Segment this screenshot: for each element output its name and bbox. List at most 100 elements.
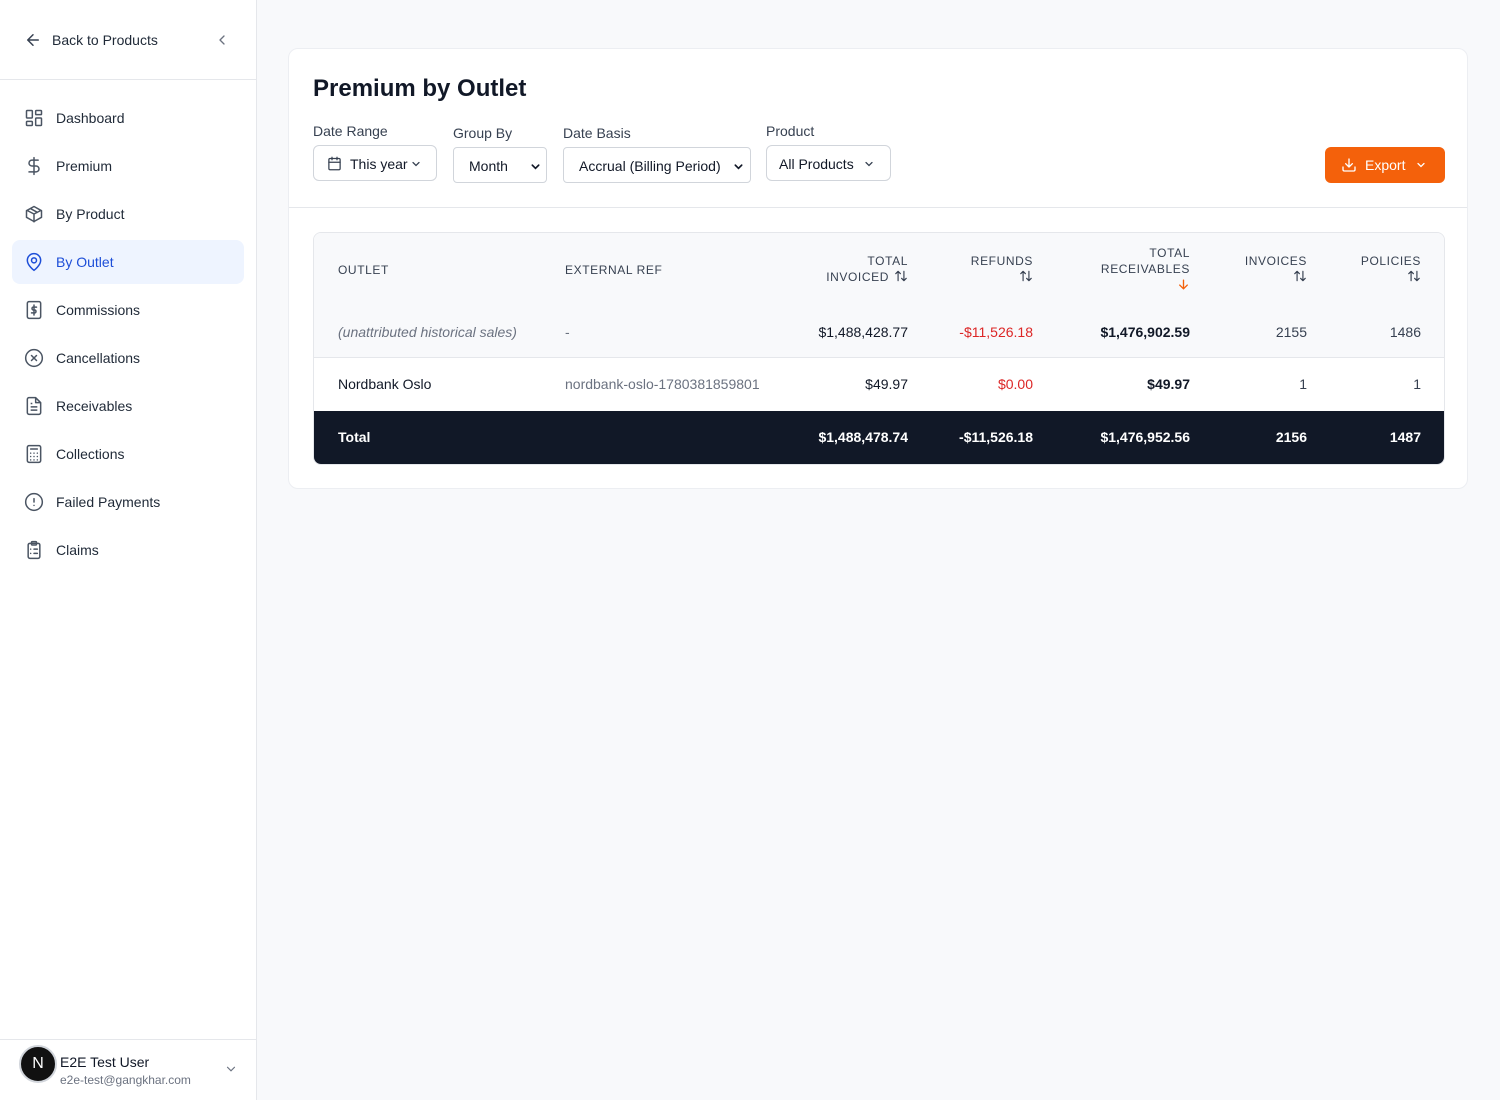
col-header-invoices[interactable]: Invoices	[1207, 253, 1307, 285]
cell-policies: 1486	[1389, 324, 1421, 340]
date-range-label: Date Range	[313, 123, 388, 139]
grid-icon	[25, 109, 43, 127]
cell-external-ref: -	[565, 324, 570, 340]
cell-policies: 1	[1413, 376, 1421, 392]
chevron-down-icon	[531, 164, 540, 170]
export-button[interactable]: Export	[1325, 147, 1445, 183]
table-row[interactable]: Nordbank Oslo nordbank-oslo-178038185980…	[314, 358, 1444, 411]
cell-refunds: -$11,526.18	[959, 324, 1033, 340]
sidebar-item-failed-payments[interactable]: Failed Payments	[12, 480, 244, 524]
sidebar-item-label: Collections	[56, 446, 125, 462]
back-to-products-link[interactable]: Back to Products	[0, 0, 256, 80]
total-invoices: 2156	[1275, 429, 1307, 445]
chevron-down-icon	[865, 161, 873, 167]
group-by-value: Month	[469, 158, 508, 174]
chevron-down-icon[interactable]	[224, 1062, 238, 1076]
table-row: (unattributed historical sales) - $1,488…	[314, 305, 1444, 358]
divider	[289, 207, 1467, 208]
sidebar-item-label: Claims	[56, 542, 99, 558]
date-basis-select[interactable]: Accrual (Billing Period)	[563, 147, 751, 183]
cell-outlet: (unattributed historical sales)	[338, 324, 517, 340]
sidebar-item-premium[interactable]: Premium	[12, 144, 244, 188]
report-card: Premium by Outlet Date Range This year G…	[288, 48, 1468, 489]
sidebar-item-label: Premium	[56, 158, 113, 174]
total-label: Total	[338, 429, 371, 445]
sort-icon	[895, 270, 907, 282]
sidebar-item-label: By Outlet	[56, 254, 114, 270]
alert-circle-icon	[24, 492, 44, 512]
calculator-icon	[26, 444, 42, 464]
group-by-select[interactable]: Month	[453, 147, 547, 183]
sidebar-item-label: Commissions	[56, 302, 141, 318]
product-picker[interactable]: All Products	[766, 145, 891, 181]
sidebar-item-cancellations[interactable]: Cancellations	[12, 336, 244, 380]
sort-icon	[1020, 270, 1032, 282]
cell-total-receivables: $1,476,902.59	[1100, 324, 1190, 340]
export-label: Export	[1365, 157, 1406, 173]
cell-invoices: 2155	[1275, 324, 1307, 340]
arrow-down-sort-icon	[1179, 279, 1188, 290]
box-icon	[25, 205, 43, 223]
user-name: E2E Test User	[60, 1054, 150, 1070]
sidebar-item-claims[interactable]: Claims	[12, 528, 244, 572]
col-header-text: Total	[1149, 246, 1190, 260]
total-policies: 1487	[1389, 429, 1421, 445]
cell-total-invoiced: $49.97	[865, 376, 908, 392]
file-text-icon	[26, 396, 42, 416]
sidebar-item-commissions[interactable]: Commissions	[12, 288, 244, 332]
sidebar-item-by-product[interactable]: By Product	[12, 192, 244, 236]
col-header-text: Invoices	[1244, 254, 1307, 268]
user-email: e2e-test@gangkhar.com	[60, 1073, 191, 1087]
cell-total-invoiced: $1,488,428.77	[818, 324, 908, 340]
sort-icon	[1408, 270, 1420, 282]
date-basis-label: Date Basis	[563, 125, 631, 141]
page-title: Premium by Outlet	[313, 75, 527, 102]
outlet-table: Outlet External Ref Total Invoiced Refun…	[313, 232, 1445, 465]
sidebar-item-label: Dashboard	[56, 110, 125, 126]
clipboard-list-icon	[27, 540, 41, 560]
col-header-text: Receivables	[1100, 262, 1190, 276]
sidebar-item-label: Cancellations	[56, 350, 141, 366]
calendar-icon	[328, 156, 341, 171]
sidebar-item-label: Failed Payments	[56, 494, 161, 510]
sidebar-item-by-outlet[interactable]: By Outlet	[12, 240, 244, 284]
sidebar-item-dashboard[interactable]: Dashboard	[12, 96, 244, 140]
sidebar-item-label: Receivables	[56, 398, 133, 414]
cell-invoices: 1	[1299, 376, 1307, 392]
col-header-external-ref: External Ref	[565, 263, 663, 277]
receipt-dollar-icon	[26, 300, 42, 320]
x-circle-icon	[24, 348, 44, 368]
back-label[interactable]: Back to Products	[52, 32, 158, 48]
user-menu[interactable]: N E2E Test User e2e-test@gangkhar.com	[0, 1039, 256, 1100]
sidebar-item-collections[interactable]: Collections	[12, 432, 244, 476]
sort-icon	[1294, 270, 1306, 282]
chevron-down-icon	[412, 161, 420, 167]
date-range-picker[interactable]: This year	[313, 145, 437, 181]
chevron-down-icon	[734, 164, 743, 170]
sidebar-item-receivables[interactable]: Receivables	[12, 384, 244, 428]
cell-external-ref: nordbank-oslo-1780381859801	[565, 376, 760, 392]
total-receivables: $1,476,952.56	[1100, 429, 1190, 445]
date-range-value: This year	[350, 156, 408, 172]
cell-refunds: $0.00	[997, 376, 1033, 392]
product-label: Product	[766, 123, 815, 139]
collapse-sidebar-icon[interactable]	[214, 32, 230, 48]
sidebar: Back to Products Dashboard Premium By Pr…	[0, 0, 257, 1100]
col-header-total-invoiced[interactable]: Total Invoiced	[788, 253, 908, 285]
col-header-outlet: Outlet	[338, 263, 389, 277]
col-header-policies[interactable]: Policies	[1321, 253, 1421, 285]
product-value: All Products	[779, 156, 854, 172]
col-header-refunds[interactable]: Refunds	[933, 253, 1033, 285]
date-basis-value: Accrual (Billing Period)	[579, 158, 721, 174]
total-row: Total $1,488,478.74 -$11,526.18 $1,476,9…	[314, 411, 1444, 464]
col-header-total-receivables[interactable]: Total Receivables	[1070, 245, 1190, 293]
col-header-text: Policies	[1360, 254, 1421, 268]
col-header-text: Total	[867, 254, 908, 268]
map-pin-icon	[26, 252, 42, 272]
avatar: N	[19, 1045, 57, 1083]
group-by-label: Group By	[453, 125, 513, 141]
arrow-left-icon	[27, 34, 39, 46]
chevron-down-icon	[1417, 162, 1425, 168]
total-invoiced: $1,488,478.74	[818, 429, 908, 445]
dollar-icon	[28, 156, 40, 176]
